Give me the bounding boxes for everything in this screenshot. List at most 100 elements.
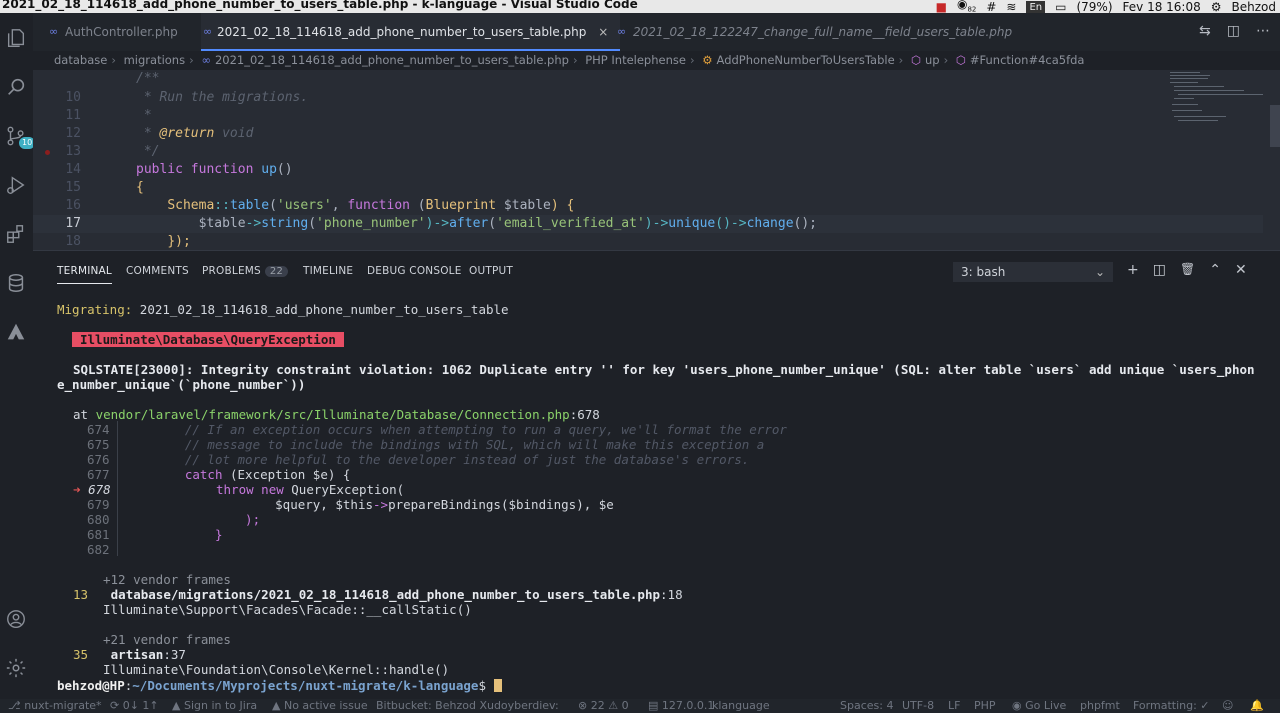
code-line-current[interactable]: 17 $table->string('phone_number')->after…: [33, 215, 1263, 233]
code-text: ();: [793, 216, 818, 231]
clock[interactable]: Fev 18 16:08: [1123, 0, 1201, 13]
bitbucket-status[interactable]: Bitbucket: Behzod Xudoyberdiev:: [376, 699, 559, 713]
tab-timeline[interactable]: TIMELINE: [303, 265, 353, 277]
breadcrumb-method[interactable]: up: [925, 53, 940, 67]
atlassian-icon[interactable]: [5, 321, 27, 343]
line-number: 16: [65, 198, 81, 213]
branch-icon: ⎇: [8, 699, 25, 712]
close-panel-icon[interactable]: ✕: [1235, 262, 1247, 278]
database-icon[interactable]: [5, 272, 27, 294]
tab-problems[interactable]: PROBLEMS 22: [202, 265, 289, 277]
tab-auth-controller[interactable]: ∞ AuthController.php: [49, 13, 178, 51]
code-line[interactable]: 14 public function up(): [33, 161, 1263, 179]
code-line[interactable]: 18 });: [33, 233, 1263, 250]
settings-gear-icon[interactable]: [5, 657, 27, 679]
code-line[interactable]: 15 {: [33, 179, 1263, 197]
feedback-icon[interactable]: ☺: [1222, 699, 1233, 713]
code-line[interactable]: /**: [33, 70, 1263, 88]
tab-change-full-name[interactable]: ∞ 2021_02_18_122247_change_full_name__fi…: [617, 13, 1012, 51]
tab-add-phone-number[interactable]: ∞ 2021_02_18_114618_add_phone_number_to_…: [201, 13, 621, 51]
extensions-icon[interactable]: [5, 223, 27, 245]
search-icon[interactable]: [5, 76, 27, 98]
code-text: unique: [668, 216, 716, 231]
breadcrumb-sep: ›: [689, 53, 695, 67]
terminal-output[interactable]: Migrating: 2021_02_18_114618_add_phone_n…: [57, 299, 1277, 699]
breadcrumb-intelephense[interactable]: PHP Intelephense: [585, 53, 686, 67]
code-text: void: [214, 126, 254, 141]
sync-status[interactable]: ⟳ 0↓ 1↑: [110, 699, 159, 713]
snippet-line-number: 682: [87, 542, 110, 557]
frame-path[interactable]: database/migrations/2021_02_18_114618_ad…: [111, 587, 660, 602]
keyboard-layout[interactable]: En: [1026, 0, 1046, 13]
formatting-status[interactable]: Formatting: ✓: [1133, 699, 1210, 713]
compare-icon[interactable]: ⇆: [1199, 23, 1211, 39]
frame-line: :37: [163, 647, 186, 662]
record-icon[interactable]: ■: [936, 0, 947, 13]
user-name[interactable]: Behzod: [1232, 0, 1276, 13]
more-actions-icon[interactable]: ⋯: [1256, 23, 1270, 39]
activity-bar: 10: [0, 13, 36, 699]
tab-debug-console[interactable]: DEBUG CONSOLE: [367, 265, 462, 277]
code-line[interactable]: 16 Schema::table('users', function (Blue…: [33, 197, 1263, 215]
explorer-icon[interactable]: [5, 27, 27, 49]
slack-icon[interactable]: #: [986, 0, 996, 13]
host-value: 127.0.0.1: [661, 699, 715, 712]
sync-icon: ⟳: [110, 699, 123, 712]
code-line[interactable]: 11 *: [33, 107, 1263, 125]
language-status[interactable]: PHP: [974, 699, 996, 713]
notification-icon[interactable]: ◉82: [957, 0, 976, 13]
error-file-path[interactable]: vendor/laravel/framework/src/Illuminate/…: [96, 407, 570, 422]
trash-icon[interactable]: 🗑: [1180, 262, 1195, 278]
code-editor[interactable]: /** 10 * Run the migrations. 11 * 12 * @…: [33, 70, 1280, 250]
branch-status[interactable]: ⎇ nuxt-migrate*: [8, 699, 102, 713]
gear-icon[interactable]: ⚙: [1211, 0, 1222, 13]
run-debug-icon[interactable]: [5, 174, 27, 196]
breadcrumb-function[interactable]: #Function#4ca5fda: [970, 53, 1085, 67]
split-editor-icon[interactable]: ◫: [1227, 23, 1240, 39]
tab-output[interactable]: OUTPUT: [469, 265, 513, 277]
encoding-status[interactable]: UTF-8: [902, 699, 934, 713]
code-line[interactable]: 12 * @return void: [33, 125, 1263, 143]
breadcrumb-migrations[interactable]: migrations: [124, 53, 186, 67]
battery-icon[interactable]: ▭: [1055, 0, 1066, 13]
code-text: $table: [496, 198, 551, 213]
breadcrumb-class[interactable]: AddPhoneNumberToUsersTable: [717, 53, 895, 67]
php-file-icon: ∞: [49, 25, 59, 38]
jira-status[interactable]: ▲ Sign in to Jira: [172, 699, 257, 713]
host-status[interactable]: ▤ 127.0.0.1: [648, 699, 714, 713]
split-terminal-icon[interactable]: ◫: [1153, 262, 1166, 278]
shell-prompt[interactable]: behzod@HP:~/Documents/Myprojects/nuxt-mi…: [57, 678, 502, 693]
maximize-panel-icon[interactable]: ⌃: [1209, 262, 1221, 278]
close-icon[interactable]: ×: [598, 25, 608, 39]
minimap[interactable]: [1168, 70, 1268, 150]
editor-scrollbar[interactable]: [1270, 105, 1280, 147]
phpfmt-status[interactable]: phpfmt: [1080, 699, 1120, 713]
bell-icon[interactable]: 🔔: [1250, 699, 1264, 713]
project-status[interactable]: klanguage: [712, 699, 770, 713]
source-control-icon[interactable]: 10: [5, 125, 36, 149]
eol-status[interactable]: LF: [948, 699, 960, 713]
account-icon[interactable]: [5, 608, 27, 630]
add-terminal-icon[interactable]: +: [1127, 262, 1139, 278]
breadcrumb-file[interactable]: 2021_02_18_114618_add_phone_number_to_us…: [215, 53, 569, 67]
wifi-icon[interactable]: ≋: [1006, 0, 1016, 13]
snippet-line-number: 675: [87, 437, 110, 452]
code-text: @return: [159, 126, 215, 141]
frame-path[interactable]: artisan: [111, 647, 164, 662]
breadcrumb-database[interactable]: database: [54, 53, 107, 67]
snippet-line: 680 );: [87, 512, 260, 527]
golive-status[interactable]: ◉ Go Live: [1012, 699, 1066, 713]
terminal-select[interactable]: 3: bash ⌄: [953, 262, 1113, 282]
issue-status[interactable]: ▲ No active issue: [272, 699, 368, 713]
php-file-icon: ∞: [203, 25, 213, 38]
frame-index: 35: [73, 647, 89, 662]
tab-terminal[interactable]: TERMINAL: [57, 265, 112, 284]
vendor-frames: +21 vendor frames: [103, 632, 231, 647]
code-line[interactable]: 10 * Run the migrations.: [33, 89, 1263, 107]
chevron-down-icon: ⌄: [1094, 265, 1105, 279]
code-line[interactable]: 13 */: [33, 143, 1263, 161]
indentation-status[interactable]: Spaces: 4: [840, 699, 893, 713]
tab-comments[interactable]: COMMENTS: [126, 265, 189, 277]
problems-status[interactable]: ⊗ 22 ⚠ 0: [578, 699, 629, 713]
method-icon: ⬡: [910, 53, 921, 67]
